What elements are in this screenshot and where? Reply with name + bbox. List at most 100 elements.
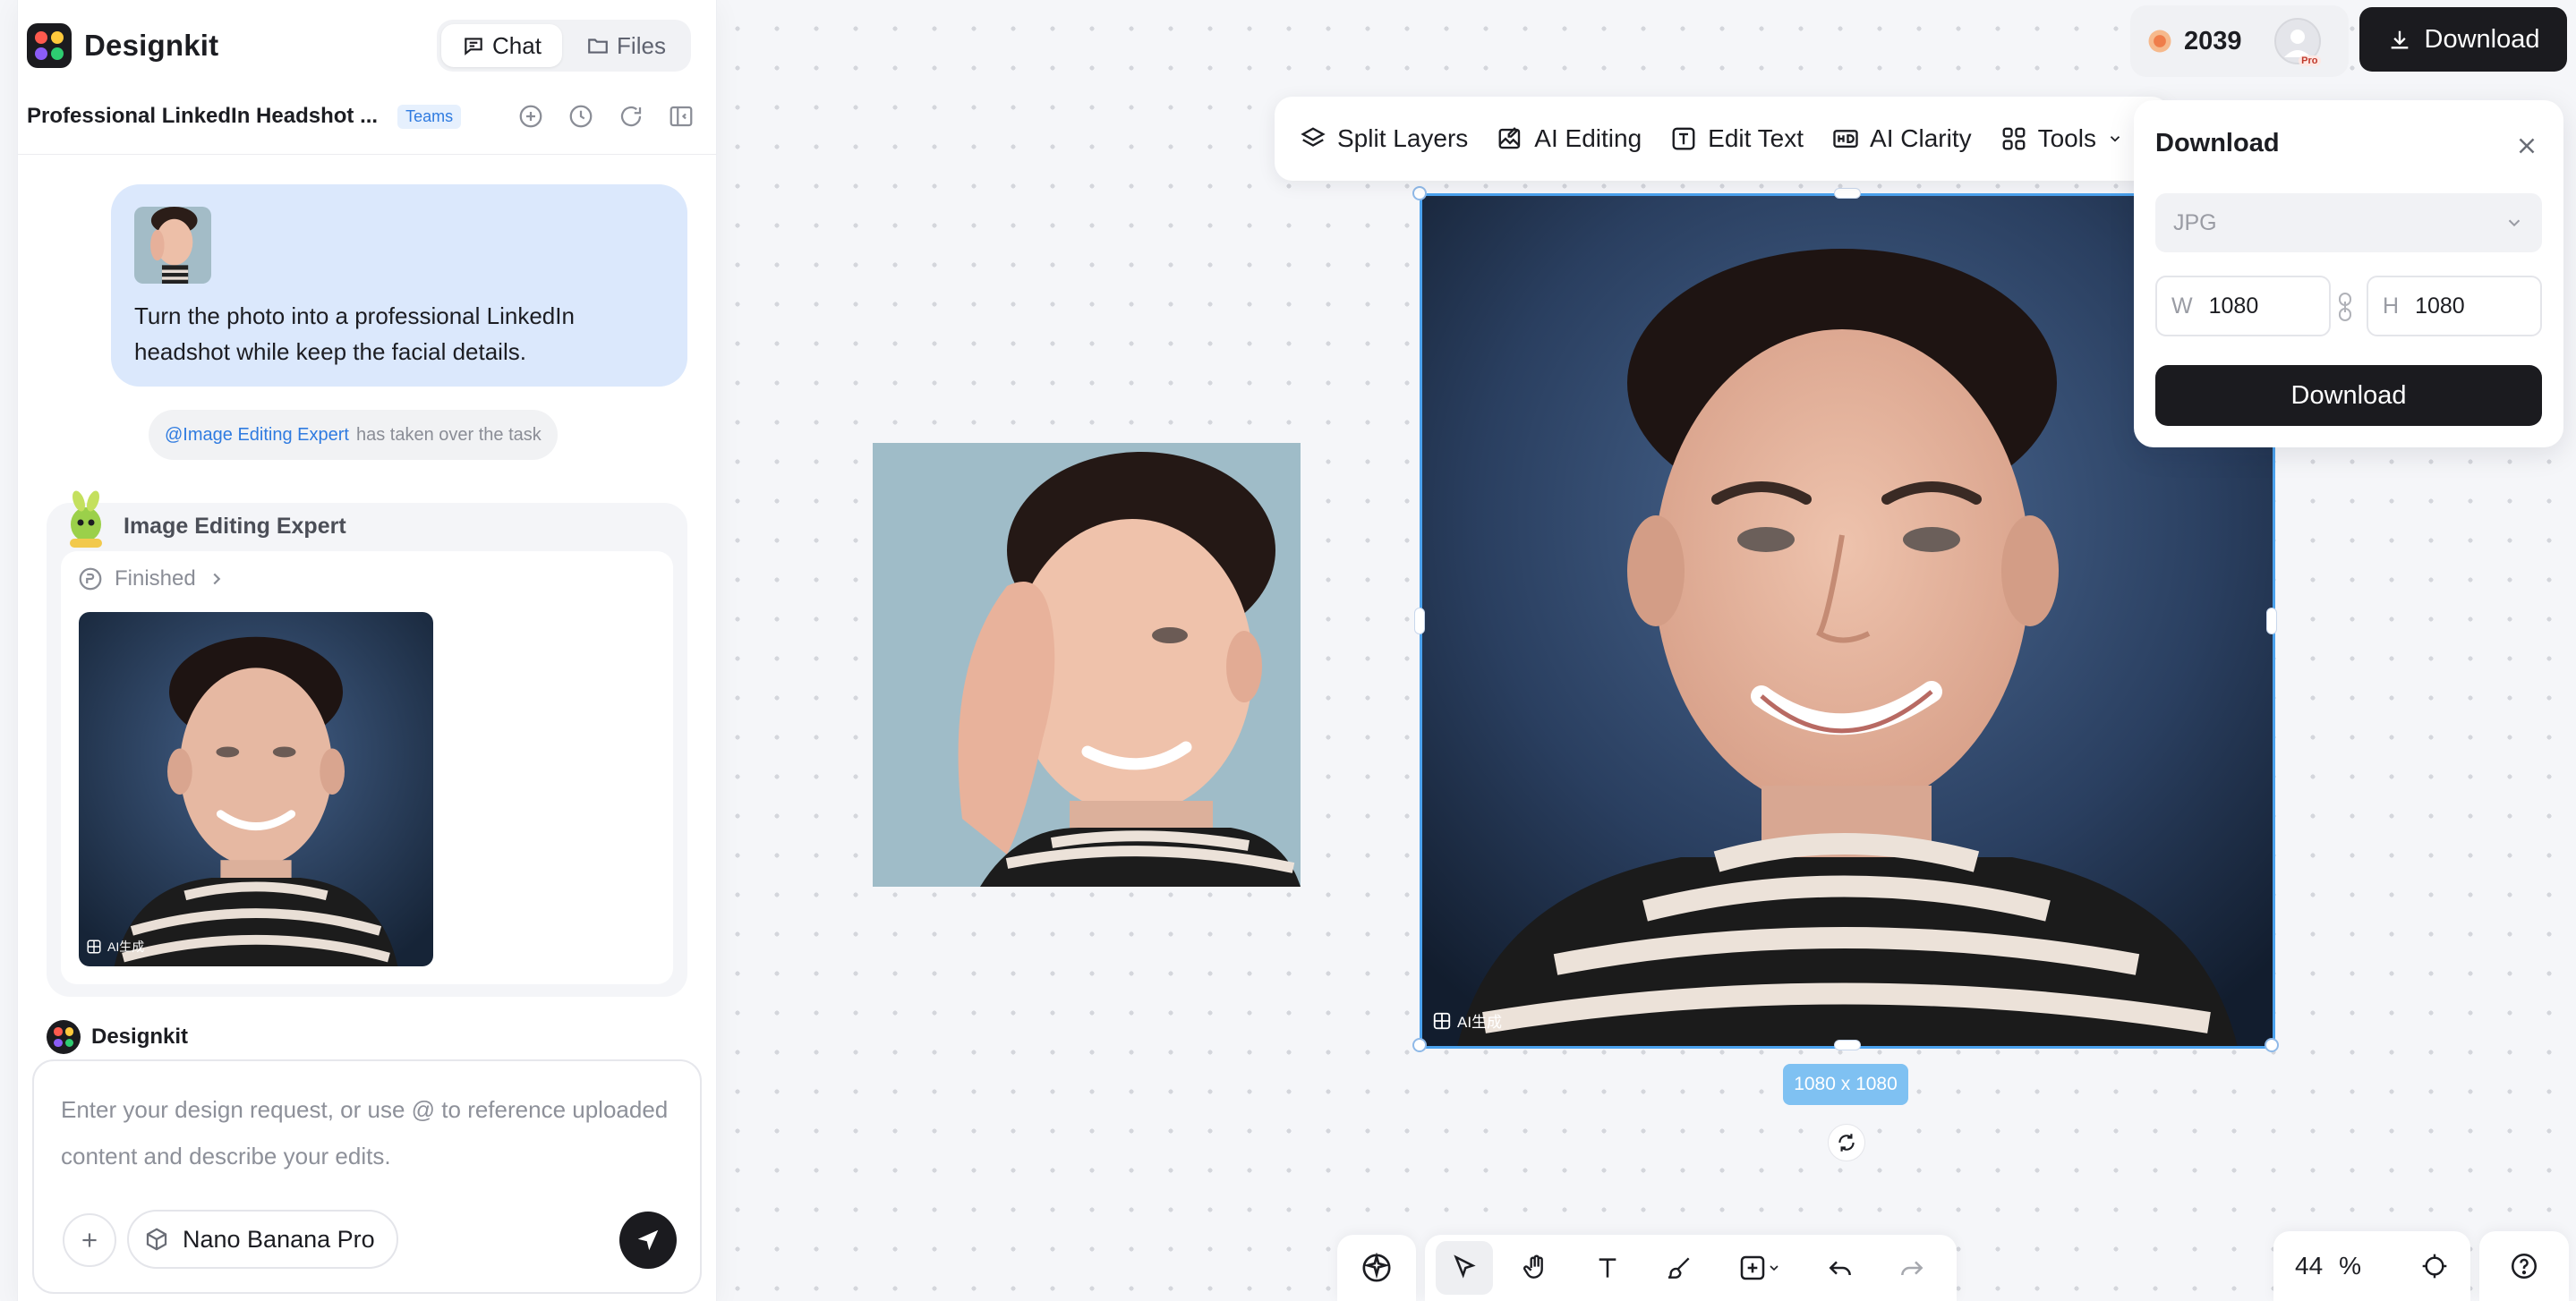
edit-text-icon <box>1670 125 1697 152</box>
header-divider <box>18 154 716 155</box>
resize-handle-bottom-left[interactable] <box>1412 1038 1427 1052</box>
designkit-logo <box>27 23 72 68</box>
new-chat-icon[interactable] <box>517 103 544 130</box>
split-layers-button[interactable]: Split Layers <box>1300 124 1468 153</box>
ai-tag-label: AI生成 <box>107 940 145 954</box>
plus-icon <box>78 1229 101 1252</box>
width-field[interactable]: W 1080 <box>2155 276 2331 336</box>
chevron-down-icon <box>1767 1261 1781 1275</box>
teams-badge: Teams <box>397 104 462 129</box>
rotate-icon <box>1835 1131 1858 1154</box>
send-button[interactable] <box>619 1212 677 1269</box>
user-message-bubble: Turn the photo into a professional Linke… <box>111 184 687 387</box>
designkit-sender-name: Designkit <box>91 1025 189 1049</box>
ai-generated-tag: AI生成 <box>86 938 144 956</box>
format-select[interactable]: JPG <box>2155 193 2542 252</box>
text-tool[interactable] <box>1579 1241 1636 1295</box>
resize-handle-left[interactable] <box>1414 608 1425 634</box>
hd-icon <box>1832 125 1859 152</box>
zoom-value[interactable]: 44 <box>2295 1252 2323 1280</box>
credits-count: 2039 <box>2184 26 2242 55</box>
hand-tool[interactable] <box>1507 1241 1565 1295</box>
download-button-top[interactable]: Download <box>2359 7 2567 72</box>
expert-name: Image Editing Expert <box>124 514 346 539</box>
project-title[interactable]: Professional LinkedIn Headshot ... <box>27 104 378 129</box>
width-label: W <box>2171 293 2193 319</box>
aspect-lock-icon[interactable] <box>2336 292 2354 322</box>
download-confirm-button[interactable]: Download <box>2155 365 2542 426</box>
split-layers-label: Split Layers <box>1337 124 1469 152</box>
uploaded-photo-thumbnail[interactable] <box>134 207 211 284</box>
close-icon[interactable] <box>2513 132 2540 159</box>
takeover-text: has taken over the task <box>355 424 542 445</box>
ai-clarity-button[interactable]: AI Clarity <box>1832 124 1972 153</box>
height-field[interactable]: H 1080 <box>2367 276 2542 336</box>
width-value: 1080 <box>2208 293 2259 319</box>
brand-name: Designkit <box>84 29 219 62</box>
undo-icon <box>1826 1254 1855 1282</box>
status-finished[interactable]: Finished <box>77 565 226 592</box>
hand-icon <box>1522 1254 1550 1282</box>
model-label: Nano Banana Pro <box>183 1225 375 1253</box>
download-button-top-label: Download <box>2424 24 2540 54</box>
zoom-unit: % <box>2339 1252 2362 1280</box>
tab-files[interactable]: Files <box>566 24 687 67</box>
grid-tools-icon <box>2000 125 2027 152</box>
status-label: Finished <box>115 566 196 591</box>
resize-handle-bottom-right[interactable] <box>2265 1038 2279 1052</box>
undo-button[interactable] <box>1812 1241 1869 1295</box>
tools-button[interactable]: Tools <box>2000 124 2123 153</box>
resize-handle-top[interactable] <box>1834 188 1861 199</box>
composer-input[interactable]: Enter your design request, or use @ to r… <box>61 1086 678 1179</box>
image-toolbar: Split Layers AI Editing Edit Text AI Cla… <box>1275 97 2170 181</box>
rotate-button[interactable] <box>1828 1124 1865 1161</box>
resize-handle-right[interactable] <box>2266 608 2277 634</box>
add-shape-tool[interactable] <box>1722 1241 1797 1295</box>
user-message-text: Turn the photo into a professional Linke… <box>134 302 575 365</box>
dimension-label: 1080 x 1080 <box>1783 1064 1908 1105</box>
ai-editing-button[interactable]: AI Editing <box>1497 124 1642 153</box>
ai-editing-label: AI Editing <box>1534 124 1642 152</box>
chat-bubble-icon <box>462 34 485 57</box>
cube-icon <box>143 1226 170 1253</box>
history-clock-icon[interactable] <box>567 103 594 130</box>
model-selector[interactable]: Nano Banana Pro <box>127 1210 398 1269</box>
result-image-thumbnail[interactable]: AI生成 <box>79 612 433 966</box>
agent-mention[interactable]: @Image Editing Expert <box>165 425 349 446</box>
download-panel-title: Download <box>2155 129 2280 157</box>
chevron-down-icon <box>2107 131 2123 147</box>
redo-button[interactable] <box>1883 1241 1941 1295</box>
designkit-sender: Designkit <box>47 1020 188 1054</box>
brand[interactable]: Designkit <box>27 23 218 68</box>
help-button[interactable] <box>2479 1231 2569 1301</box>
chevron-right-icon <box>207 569 226 589</box>
brush-tool[interactable] <box>1651 1241 1708 1295</box>
collapse-panel-icon[interactable] <box>668 103 695 130</box>
expert-header: Image Editing Expert <box>77 510 346 540</box>
ai-edit-image-icon <box>1497 125 1523 152</box>
chat-files-switch: Chat Files <box>437 20 691 72</box>
fit-screen-icon[interactable] <box>2420 1252 2449 1280</box>
select-tool[interactable] <box>1436 1241 1493 1295</box>
tab-chat[interactable]: Chat <box>441 24 562 67</box>
original-photo[interactable] <box>873 443 1301 887</box>
canvas-toolbar <box>1425 1235 1957 1301</box>
resize-handle-bottom[interactable] <box>1834 1040 1861 1050</box>
help-icon <box>2509 1251 2539 1281</box>
user-avatar[interactable]: Pro <box>2273 18 2321 66</box>
ai-assistant-button[interactable] <box>1337 1235 1416 1301</box>
resize-handle-top-left[interactable] <box>1412 186 1427 200</box>
format-value: JPG <box>2173 209 2217 235</box>
zoom-control: 44 % <box>2273 1231 2470 1301</box>
layers-icon <box>1300 125 1326 152</box>
credits-area[interactable]: 2039 Pro <box>2130 5 2349 77</box>
credit-coin-icon <box>2146 28 2173 55</box>
tab-files-label: Files <box>617 31 666 59</box>
ai-sparkle-icon <box>1361 1253 1392 1283</box>
brush-icon <box>1665 1254 1693 1282</box>
refresh-icon[interactable] <box>618 103 644 130</box>
edit-text-button[interactable]: Edit Text <box>1670 124 1804 153</box>
height-value: 1080 <box>2415 293 2465 319</box>
edit-text-label: Edit Text <box>1708 124 1804 152</box>
attach-button[interactable] <box>63 1213 116 1267</box>
